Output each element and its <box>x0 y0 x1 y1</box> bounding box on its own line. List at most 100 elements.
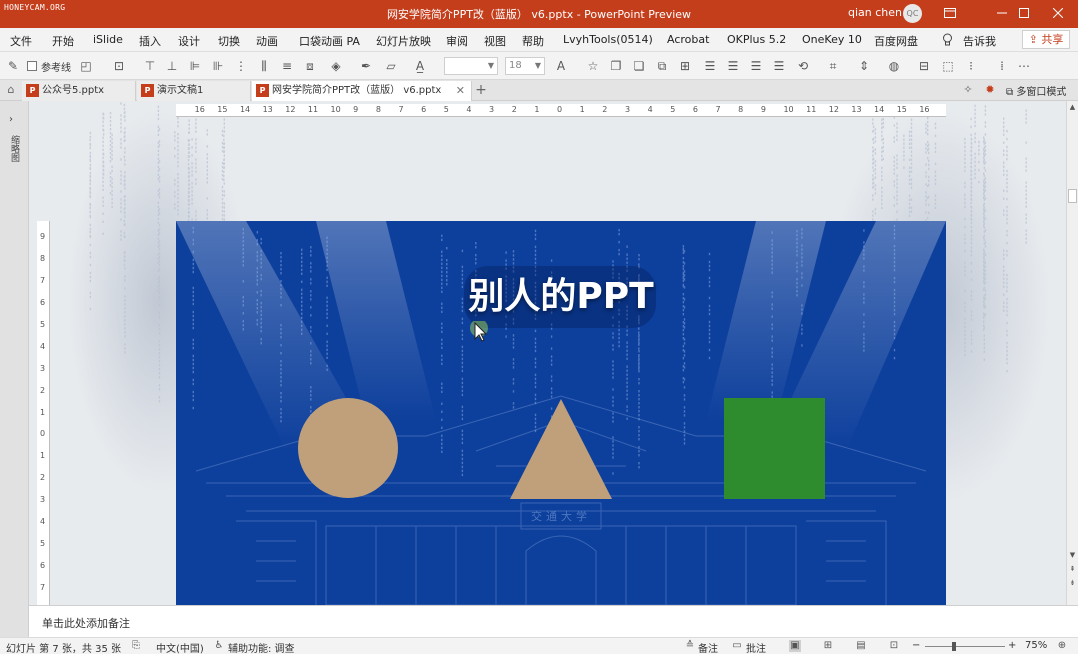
menu-okplus[interactable]: OKPlus 5.2 <box>727 33 786 46</box>
scrollbar-thumb[interactable] <box>1068 189 1077 203</box>
arrange-icon[interactable]: ⊟ <box>916 58 932 74</box>
group-icon[interactable]: ⧉ <box>654 58 670 74</box>
menu-baidu-netdisk[interactable]: 百度网盘 <box>874 33 918 49</box>
menu-view[interactable]: 视图 <box>484 33 506 49</box>
ribbon-display-icon[interactable] <box>928 0 972 28</box>
lightbulb-icon[interactable] <box>942 33 953 49</box>
language-indicator[interactable]: 中文(中国) <box>156 640 204 654</box>
home-icon[interactable]: ⌂ <box>4 83 18 97</box>
menu-animations[interactable]: 动画 <box>256 33 278 49</box>
comments-toggle-button[interactable]: 批注 <box>746 640 766 654</box>
menu-slideshow[interactable]: 幻灯片放映 <box>376 33 431 49</box>
crop-icon[interactable]: ⌗ <box>825 58 841 74</box>
fit-to-window-icon[interactable]: ⊕ <box>1056 640 1068 652</box>
slide-sorter-icon[interactable]: ⊞ <box>822 640 834 652</box>
text-box-icon[interactable]: ⊡ <box>111 58 127 74</box>
menu-insert[interactable]: 插入 <box>139 33 161 49</box>
selection-pane-icon[interactable]: ⬚ <box>940 58 956 74</box>
tab-document-3[interactable]: P 网安学院简介PPT改（蓝版） v6.pptx ✕ <box>252 81 472 101</box>
scroll-down-icon[interactable]: ▼ <box>1067 549 1078 561</box>
menu-transitions[interactable]: 切换 <box>218 33 240 49</box>
notes-placeholder[interactable]: 单击此处添加备注 <box>42 615 130 631</box>
zoom-level[interactable]: 75% <box>1025 640 1047 651</box>
avatar[interactable]: QC <box>903 4 922 23</box>
line-spacing-icon[interactable]: ⇕ <box>856 58 872 74</box>
bullets-icon[interactable]: ⁝ <box>963 58 979 74</box>
format-painter-icon[interactable]: ✎ <box>5 58 21 74</box>
eyedropper-icon[interactable]: ✒ <box>358 58 374 74</box>
text-align-right-icon[interactable]: ☰ <box>748 58 764 74</box>
fill-color-icon[interactable]: ◈ <box>328 58 344 74</box>
distribute-vertical-icon[interactable]: ≡ <box>279 58 295 74</box>
next-slide-icon[interactable]: ⇟ <box>1067 577 1078 589</box>
align-right-icon[interactable]: ⊪ <box>210 58 226 74</box>
menu-pocket-animation[interactable]: 口袋动画 PA <box>299 33 360 49</box>
match-size-icon[interactable]: ⧈ <box>302 58 318 74</box>
text-justify-icon[interactable]: ☰ <box>771 58 787 74</box>
menu-lvyhtools[interactable]: LvyhTools(0514) <box>563 33 653 46</box>
normal-view-icon[interactable]: ▣ <box>789 640 801 652</box>
new-tab-icon[interactable]: + <box>474 81 488 99</box>
bring-forward-icon[interactable]: ❐ <box>608 58 624 74</box>
shape-fill-icon[interactable]: ◍ <box>886 58 902 74</box>
slideshow-icon[interactable]: ⊡ <box>888 640 900 652</box>
send-backward-icon[interactable]: ❏ <box>631 58 647 74</box>
square-shape[interactable] <box>724 398 825 499</box>
share-button[interactable]: ⇪ 共享 <box>1022 30 1070 49</box>
notes-toggle-button[interactable]: 备注 <box>698 640 718 654</box>
tell-me-search[interactable]: 告诉我 <box>963 33 996 49</box>
chevron-right-icon[interactable]: › <box>9 114 13 125</box>
star-shape-icon[interactable]: ☆ <box>585 58 601 74</box>
outline-color-icon[interactable]: ▱ <box>383 58 399 74</box>
align-left-icon[interactable]: ⊫ <box>187 58 203 74</box>
tab-document-2[interactable]: P 演示文稿1 <box>137 81 251 101</box>
menu-review[interactable]: 审阅 <box>446 33 468 49</box>
accessibility-icon[interactable]: ♿ <box>213 640 225 652</box>
spell-check-icon[interactable]: ⎘ <box>130 640 142 652</box>
font-color-icon[interactable]: A <box>553 58 569 74</box>
vertical-ruler[interactable]: 9 8 7 6 5 4 3 2 1 0 1 2 3 4 5 6 7 <box>37 221 50 605</box>
scroll-up-icon[interactable]: ▲ <box>1067 101 1078 113</box>
ungroup-icon[interactable]: ⊞ <box>677 58 693 74</box>
horizontal-ruler[interactable]: 16 15 14 13 12 11 10 9 8 7 6 5 4 3 2 1 0 1 2 3 4 5 6 7 8 9 10 11 12 1… <box>176 104 946 117</box>
close-tab-icon[interactable]: ✕ <box>456 81 465 100</box>
previous-slide-icon[interactable]: ⇞ <box>1067 563 1078 575</box>
menu-onekey[interactable]: OneKey 10 <box>802 33 862 46</box>
thumbnail-pane-collapsed[interactable]: › 缩略图 <box>0 101 29 637</box>
more-options-icon[interactable]: ⋯ <box>1016 58 1032 74</box>
text-align-center-icon[interactable]: ☰ <box>725 58 741 74</box>
menu-design[interactable]: 设计 <box>178 33 200 49</box>
numbering-icon[interactable]: ⁞ <box>994 58 1010 74</box>
guides-checkbox[interactable] <box>27 61 37 71</box>
zoom-slider-knob[interactable] <box>951 642 956 651</box>
rotate-icon[interactable]: ⟲ <box>795 58 811 74</box>
character-spacing-icon[interactable]: A̲ <box>412 58 428 74</box>
menu-help[interactable]: 帮助 <box>522 33 544 49</box>
comments-icon[interactable]: ▭ <box>731 640 743 652</box>
circle-shape[interactable] <box>298 398 398 498</box>
settings-gear-icon[interactable]: ✹ <box>983 83 997 97</box>
align-bottom-icon[interactable]: ⊥ <box>164 58 180 74</box>
zoom-out-icon[interactable]: − <box>912 640 920 651</box>
vertical-scrollbar[interactable]: ▲ ▼ ⇞ ⇟ <box>1066 101 1078 605</box>
font-size-combo[interactable]: 18 ▼ <box>505 57 545 75</box>
text-align-left-icon[interactable]: ☰ <box>702 58 718 74</box>
accessibility-status[interactable]: 辅助功能: 调查 <box>228 640 295 654</box>
menu-home[interactable]: 开始 <box>52 33 74 49</box>
notes-pane[interactable]: 单击此处添加备注 <box>29 605 1078 637</box>
notes-icon[interactable]: ≙ <box>684 640 696 652</box>
close-icon[interactable] <box>1036 0 1078 28</box>
triangle-shape[interactable] <box>510 399 612 499</box>
align-center-icon[interactable]: ⋮ <box>233 58 249 74</box>
menu-file[interactable]: 文件 <box>10 33 32 49</box>
menu-islide[interactable]: iSlide <box>93 33 123 46</box>
align-top-icon[interactable]: ⊤ <box>142 58 158 74</box>
menu-acrobat[interactable]: Acrobat <box>667 33 709 46</box>
multi-window-mode-button[interactable]: ⧉ 多窗口模式 <box>1006 83 1066 98</box>
zoom-slider-track[interactable] <box>925 646 1005 647</box>
shape-select-icon[interactable]: ◰ <box>78 58 94 74</box>
distribute-horizontal-icon[interactable]: ⫼ <box>256 58 272 74</box>
tab-document-1[interactable]: P 公众号5.pptx <box>22 81 136 101</box>
reading-view-icon[interactable]: ▤ <box>855 640 867 652</box>
pin-icon[interactable]: ✧ <box>961 83 975 97</box>
